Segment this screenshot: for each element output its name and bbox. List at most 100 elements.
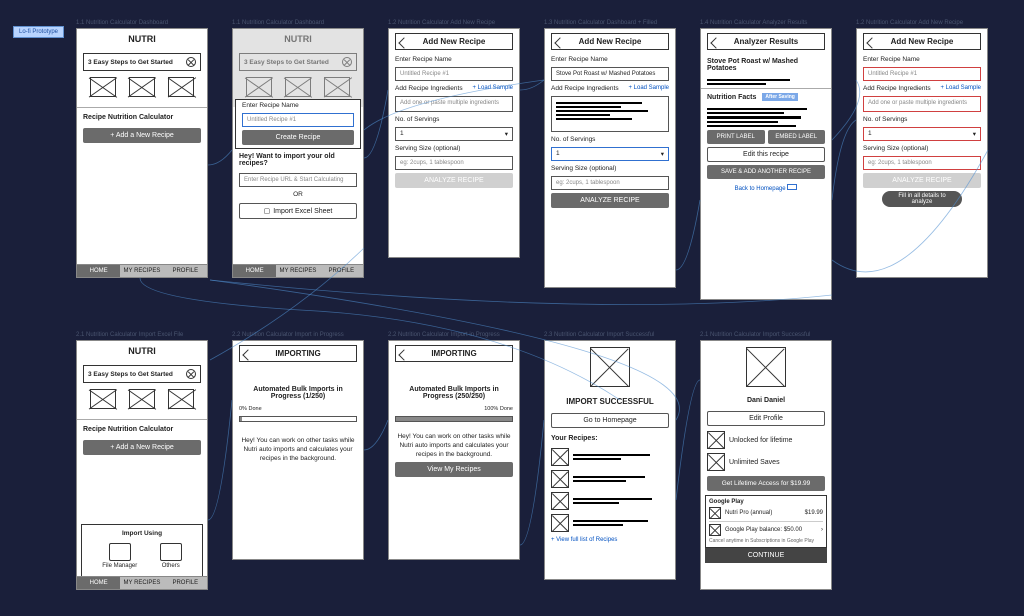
feature-icon [707, 431, 725, 449]
load-sample-link[interactable]: + Load Sample [940, 85, 981, 92]
view-full-list-link[interactable]: + View full list of Recipes [551, 537, 617, 543]
print-label-button[interactable]: PRINT LABEL [707, 130, 765, 144]
frame-label: 1.1 Nutrition Calculator Dashboard [232, 20, 324, 26]
frame-add-recipe-filled: Add New Recipe Enter Recipe Name Stove P… [544, 28, 676, 288]
import-excel-button[interactable]: ▢Import Excel Sheet [239, 203, 357, 219]
recipe-name-input[interactable]: Untitled Recipe #1 [395, 67, 513, 81]
brand-title: NUTRI [77, 29, 207, 49]
save-another-button[interactable]: SAVE & ADD ANOTHER RECIPE [707, 165, 825, 179]
frame-label: 1.1 Nutrition Calculator Dashboard [76, 20, 168, 26]
recipe-name-input[interactable]: Untitled Recipe #1 [863, 67, 981, 81]
tab-recipes[interactable]: MY RECIPES [276, 265, 319, 277]
file-manager-option[interactable]: File Manager [102, 543, 137, 569]
back-icon[interactable] [398, 37, 409, 48]
label: Enter Recipe Name [857, 54, 987, 65]
recipe-row[interactable] [545, 468, 675, 490]
serving-size-input[interactable]: eg: 2cups, 1 tablespoon [863, 156, 981, 170]
others-option[interactable]: Others [160, 543, 182, 569]
frame-label: 2.2 Nutrition Calculator Import in Progr… [388, 332, 500, 338]
go-home-button[interactable]: Go to Homepage [551, 413, 669, 428]
tab-profile[interactable]: PROFILE [320, 265, 363, 277]
serving-size-input[interactable]: eg: 2cups, 1 tablespoon [395, 156, 513, 170]
back-icon[interactable] [398, 349, 409, 360]
frame-dashboard-modal: NUTRI 3 Easy Steps to Get Started Enter … [232, 28, 364, 278]
frame-add-recipe: Add New Recipe Enter Recipe Name Untitle… [388, 28, 520, 258]
url-input[interactable]: Enter Recipe URL & Start Calculating [239, 173, 357, 187]
recipe-name-input[interactable]: Untitled Recipe #1 [242, 113, 354, 127]
product-name: Nutri Pro (annual) [725, 510, 801, 516]
serving-size-input[interactable]: eg: 2cups, 1 tablespoon [551, 176, 669, 190]
frame-label: 2.2 Nutrition Calculator Import in Progr… [232, 332, 344, 338]
frame-analyzer-results: Analyzer Results Stove Pot Roast w/ Mash… [700, 28, 832, 300]
load-sample-link[interactable]: + Load Sample [628, 85, 669, 92]
label: No. of Servings [545, 134, 675, 145]
edit-profile-button[interactable]: Edit Profile [707, 411, 825, 426]
servings-select[interactable]: 1▾ [863, 127, 981, 141]
back-icon[interactable] [866, 37, 877, 48]
view-recipes-button[interactable]: View My Recipes [395, 462, 513, 477]
prototype-badge: Lo-fi Prototype [13, 26, 64, 38]
info-text: Hey! You can work on other tasks while N… [233, 436, 363, 463]
import-using-label: Import Using [85, 528, 199, 539]
tab-profile[interactable]: PROFILE [164, 265, 207, 277]
thumb [90, 77, 116, 97]
label: Enter Recipe Name [236, 100, 360, 111]
ingredients-input[interactable] [551, 96, 669, 132]
recipe-row[interactable] [545, 512, 675, 534]
close-icon[interactable] [186, 57, 196, 67]
tab-profile[interactable]: PROFILE [164, 577, 207, 589]
load-sample-link[interactable]: + Load Sample [472, 85, 513, 92]
nutrition-facts-heading: Nutrition Facts After Saving [701, 88, 831, 105]
after-save-badge: After Saving [762, 93, 797, 101]
tab-recipes[interactable]: MY RECIPES [120, 265, 163, 277]
info-text: Hey! You can work on other tasks while N… [389, 432, 519, 459]
close-icon[interactable] [186, 369, 196, 379]
continue-button[interactable]: CONTINUE [705, 548, 827, 563]
back-home-link[interactable]: Back to Homepage [735, 186, 786, 192]
embed-label-button[interactable]: EMBED LABEL [768, 130, 826, 144]
balance: Google Play balance: $50.00 [725, 527, 817, 533]
frame-label: 1.3 Nutrition Calculator Dashboard + Fil… [544, 20, 657, 26]
user-name: Dani Daniel [701, 393, 831, 408]
ingredients-input[interactable]: Add one or paste multiple ingredients [863, 96, 981, 112]
cancel-note: Cancel anytime in Subscriptions in Googl… [709, 538, 823, 544]
feature-row: Unlocked for lifetime [701, 429, 831, 451]
add-recipe-button[interactable]: + Add a New Recipe [83, 128, 201, 143]
wireframe-canvas: Lo-fi Prototype 1.1 Nutrition Calculator… [0, 0, 1024, 616]
servings-select[interactable]: 1▾ [395, 127, 513, 141]
recipe-title: Stove Pot Roast w/ Mashed Potatoes [701, 54, 831, 76]
bulk-progress-text: Automated Bulk Imports in Progress (1/25… [233, 382, 363, 404]
label: Serving Size (optional) [545, 163, 675, 174]
screen-title: Add New Recipe [395, 33, 513, 50]
price: $19.99 [805, 510, 823, 516]
back-icon[interactable] [710, 37, 721, 48]
label: Enter Recipe Name [545, 54, 675, 65]
recipe-name-input[interactable]: Stove Pot Roast w/ Mashed Potatoes [551, 67, 669, 81]
back-icon[interactable] [242, 349, 253, 360]
analyze-button[interactable]: ANALYZE RECIPE [395, 173, 513, 188]
tab-home[interactable]: HOME [77, 577, 120, 589]
tab-home[interactable]: HOME [233, 265, 276, 277]
feature-row: Unlimited Saves [701, 451, 831, 473]
grid-icon [160, 543, 182, 561]
recipe-row[interactable] [545, 446, 675, 468]
servings-select[interactable]: 1▾ [551, 147, 669, 161]
create-recipe-button[interactable]: Create Recipe [242, 130, 354, 145]
add-recipe-button[interactable]: + Add a New Recipe [83, 440, 201, 455]
ingredients-input[interactable]: Add one or paste multiple ingredients [395, 96, 513, 112]
tab-home[interactable]: HOME [77, 265, 120, 277]
analyze-button[interactable]: ANALYZE RECIPE [863, 173, 981, 188]
recipe-icon [551, 448, 569, 466]
edit-recipe-button[interactable]: Edit this recipe [707, 147, 825, 162]
steps-text: 3 Easy Steps to Get Started [88, 59, 173, 66]
recipe-row[interactable] [545, 490, 675, 512]
tab-recipes[interactable]: MY RECIPES [120, 577, 163, 589]
nav-tabs: HOME MY RECIPES PROFILE [77, 264, 207, 277]
analyze-button[interactable]: ANALYZE RECIPE [551, 193, 669, 208]
frame-label: 2.1 Nutrition Calculator Import Excel Fi… [76, 332, 183, 338]
label: Serving Size (optional) [857, 143, 987, 154]
lifetime-access-button[interactable]: Get Lifetime Access for $19.99 [707, 476, 825, 491]
import-sheet: Import Using File Manager Others [81, 524, 203, 577]
steps-banner[interactable]: 3 Easy Steps to Get Started [83, 53, 201, 71]
back-icon[interactable] [554, 37, 565, 48]
